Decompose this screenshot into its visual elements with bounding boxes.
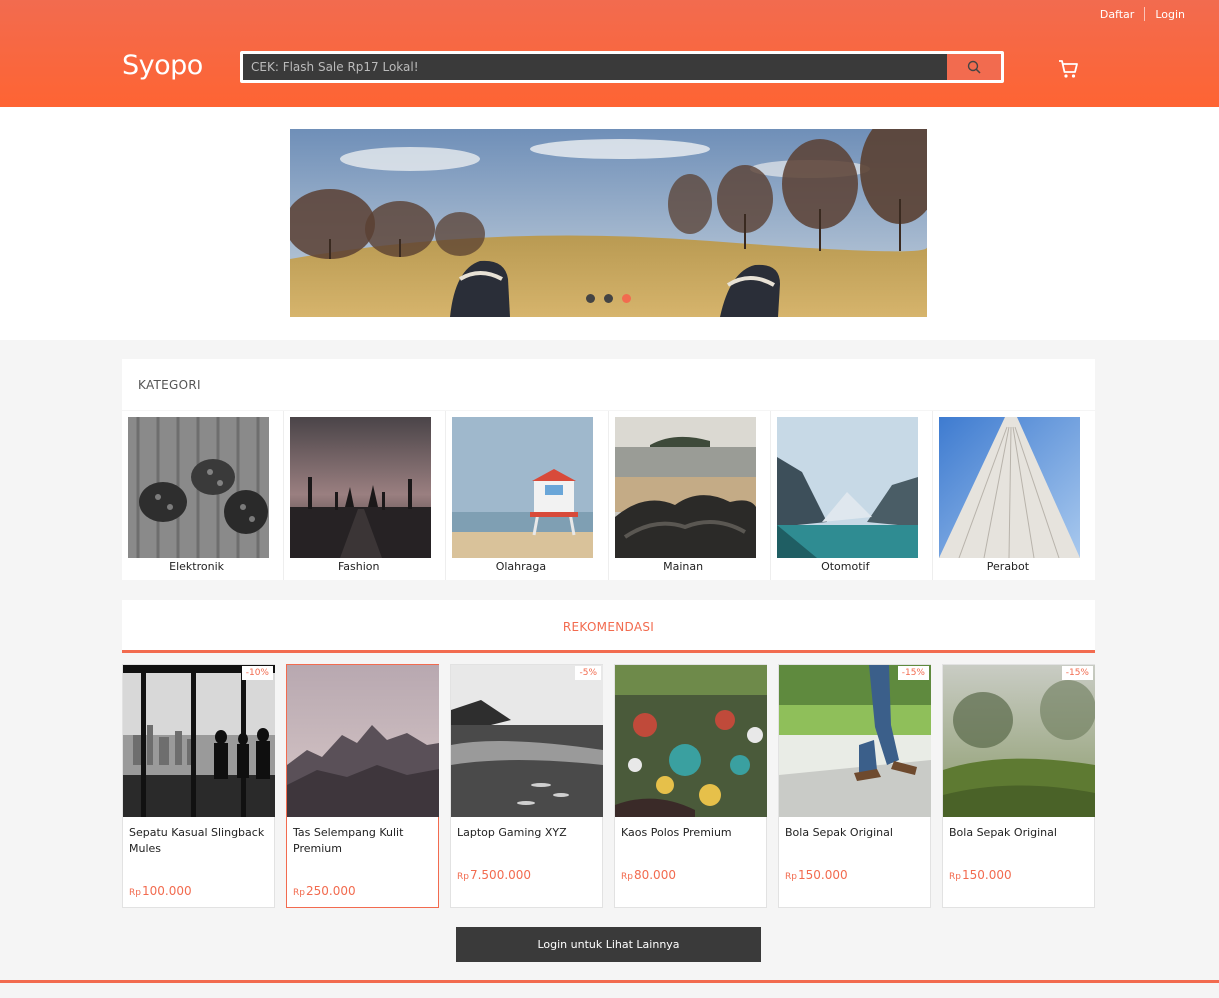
price-value: 150.000: [797, 868, 848, 882]
cart-button[interactable]: [1057, 57, 1081, 81]
category-item-olahraga[interactable]: Olahraga: [446, 411, 609, 580]
category-label: Elektronik: [169, 560, 225, 573]
banner-section: [0, 107, 1219, 340]
cart-icon: [1059, 60, 1078, 78]
carousel-dot[interactable]: [604, 294, 613, 303]
category-item-mainan[interactable]: Mainan: [608, 411, 771, 580]
price-value: 80.000: [633, 868, 676, 882]
product-price: Rp150.000: [949, 868, 1012, 882]
carousel-dot[interactable]: [586, 294, 595, 303]
category-item-otomotif[interactable]: Otomotif: [770, 411, 933, 580]
carousel-dots: [290, 294, 927, 303]
product-name: Laptop Gaming XYZ: [457, 826, 567, 839]
recommend-header: REKOMENDASI: [122, 600, 1095, 653]
product-image: [615, 665, 767, 817]
discount-badge: -5%: [575, 666, 601, 680]
discount-badge: -10%: [241, 666, 273, 680]
discount-badge: -15%: [1061, 666, 1093, 680]
category-item-perabot[interactable]: Perabot: [932, 411, 1096, 580]
product-card[interactable]: -15% Bola Sepak Original Rp150.000: [942, 664, 1095, 908]
header: Daftar Login Syopo: [0, 0, 1219, 107]
category-label: Perabot: [986, 560, 1030, 573]
discount-badge: -15%: [897, 666, 929, 680]
product-name: Bola Sepak Original: [949, 826, 1057, 839]
search-bar: [240, 51, 1004, 83]
category-item-elektronik[interactable]: Elektronik: [122, 411, 285, 580]
logo[interactable]: Syopo: [122, 50, 203, 81]
product-card[interactable]: Tas Selempang Kulit Premium Rp250.000: [286, 664, 439, 908]
login-link[interactable]: Login: [1145, 8, 1219, 21]
product-grid: -10% Sepatu Kasual Slingback Mules Rp100…: [122, 664, 1095, 908]
currency-label: Rp: [785, 872, 797, 882]
product-price: Rp80.000: [621, 868, 676, 882]
search-input[interactable]: [243, 54, 947, 80]
product-card[interactable]: -15% Bola Sepak Original Rp150.000: [778, 664, 931, 908]
product-price: Rp250.000: [293, 884, 356, 898]
currency-label: Rp: [949, 872, 961, 882]
category-list: Elektronik Fashion Olahraga Mainan Otomo…: [122, 411, 1096, 580]
product-image: [943, 665, 1095, 817]
carousel-dot-active[interactable]: [622, 294, 631, 303]
product-image: [779, 665, 931, 817]
product-price: Rp100.000: [129, 884, 192, 898]
price-value: 150.000: [961, 868, 1012, 882]
currency-label: Rp: [129, 888, 141, 898]
banner-image: [290, 129, 927, 317]
product-name: Kaos Polos Premium: [621, 826, 732, 839]
search-icon: [967, 60, 981, 74]
category-image: [290, 417, 432, 558]
price-value: 250.000: [305, 884, 356, 898]
register-link[interactable]: Daftar: [1090, 8, 1144, 21]
login-see-more-button[interactable]: Login untuk Lihat Lainnya: [456, 927, 761, 962]
category-image: [128, 417, 269, 558]
currency-label: Rp: [457, 872, 469, 882]
product-image: [451, 665, 603, 817]
product-name: Tas Selempang Kulit Premium: [293, 826, 404, 855]
product-price: Rp150.000: [785, 868, 848, 882]
category-label: Fashion: [337, 560, 380, 573]
product-card[interactable]: Kaos Polos Premium Rp80.000: [614, 664, 767, 908]
category-image: [452, 417, 594, 558]
category-label: Mainan: [663, 560, 704, 573]
category-item-fashion[interactable]: Fashion: [284, 411, 447, 580]
category-title: KATEGORI: [138, 378, 201, 392]
top-links: Daftar Login: [1090, 6, 1219, 22]
price-value: 7.500.000: [469, 868, 532, 882]
category-label: Otomotif: [821, 560, 870, 573]
product-name: Sepatu Kasual Slingback Mules: [129, 826, 265, 855]
product-image: [287, 665, 439, 817]
currency-label: Rp: [621, 872, 633, 882]
category-label: Olahraga: [495, 560, 547, 573]
product-price: Rp7.500.000: [457, 868, 531, 882]
product-image: [123, 665, 275, 817]
product-card[interactable]: -5% Laptop Gaming XYZ Rp7.500.000: [450, 664, 603, 908]
currency-label: Rp: [293, 888, 305, 898]
category-image: [776, 417, 918, 558]
recommend-title: REKOMENDASI: [562, 620, 655, 634]
footer: [0, 983, 1219, 998]
category-header: KATEGORI: [122, 359, 1095, 410]
product-card[interactable]: -10% Sepatu Kasual Slingback Mules Rp100…: [122, 664, 275, 908]
search-button[interactable]: [947, 54, 1001, 80]
price-value: 100.000: [141, 884, 192, 898]
category-image: [614, 417, 756, 558]
category-image: [938, 417, 1080, 558]
banner-carousel[interactable]: [290, 129, 927, 317]
product-name: Bola Sepak Original: [785, 826, 893, 839]
